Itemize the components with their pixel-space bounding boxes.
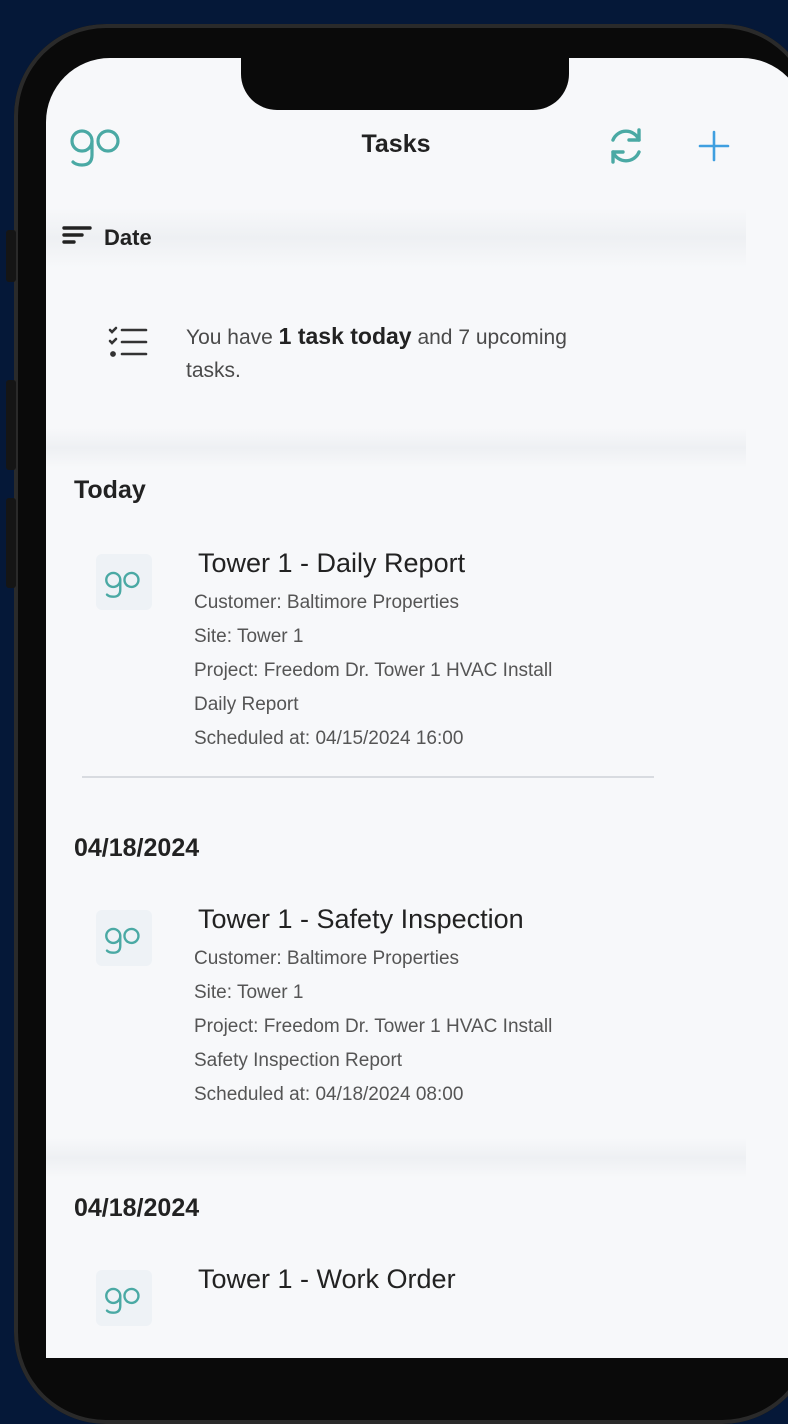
task-customer: Customer: Baltimore Properties: [194, 948, 460, 969]
summary-highlight: 1 task today: [278, 323, 412, 349]
sort-control[interactable]: Date: [62, 224, 152, 251]
divider-band: [46, 1138, 746, 1178]
task-scheduled: Scheduled at: 04/18/2024 08:00: [194, 1084, 464, 1105]
divider: [82, 776, 654, 778]
task-title: Tower 1 - Work Order: [198, 1264, 456, 1294]
task-scheduled: Scheduled at: 04/15/2024 16:00: [194, 728, 464, 749]
phone-side-button: [6, 380, 16, 470]
section-header-date: 04/18/2024: [74, 834, 200, 862]
task-type: Safety Inspection Report: [194, 1050, 403, 1071]
task-logo-icon: [96, 554, 152, 610]
task-title: Tower 1 - Daily Report: [198, 548, 466, 578]
refresh-icon[interactable]: [602, 122, 650, 170]
sort-icon: [62, 224, 92, 251]
task-card[interactable]: Tower 1 - Work Order: [74, 1264, 654, 1326]
task-project: Project: Freedom Dr. Tower 1 HVAC Instal…: [194, 1016, 553, 1037]
checklist-icon: [106, 320, 152, 387]
app-screen: Tasks Date You have 1 task today and 7 u…: [46, 58, 788, 1358]
divider-band: [46, 428, 746, 468]
summary-prefix: You have: [186, 326, 279, 349]
section-header-today: Today: [74, 476, 146, 504]
task-card[interactable]: Tower 1 - Safety Inspection Customer: Ba…: [74, 904, 654, 1124]
task-card[interactable]: Tower 1 - Daily Report Customer: Baltimo…: [74, 548, 654, 768]
task-site: Site: Tower 1: [194, 982, 304, 1003]
task-project: Project: Freedom Dr. Tower 1 HVAC Instal…: [194, 660, 553, 681]
section-header-date: 04/18/2024: [74, 1194, 200, 1222]
phone-side-button: [6, 230, 16, 282]
phone-side-button: [6, 498, 16, 588]
summary-text: You have 1 task today and 7 upcoming tas…: [186, 320, 586, 387]
sort-label: Date: [104, 224, 152, 250]
task-site: Site: Tower 1: [194, 626, 304, 647]
task-customer: Customer: Baltimore Properties: [194, 592, 460, 613]
phone-notch: [241, 58, 569, 110]
top-bar: Tasks: [46, 118, 746, 178]
task-summary: You have 1 task today and 7 upcoming tas…: [106, 320, 666, 387]
add-task-icon[interactable]: [694, 126, 734, 166]
task-type: Daily Report: [194, 694, 299, 715]
task-logo-icon: [96, 910, 152, 966]
task-title: Tower 1 - Safety Inspection: [198, 904, 524, 934]
task-logo-icon: [96, 1270, 152, 1326]
